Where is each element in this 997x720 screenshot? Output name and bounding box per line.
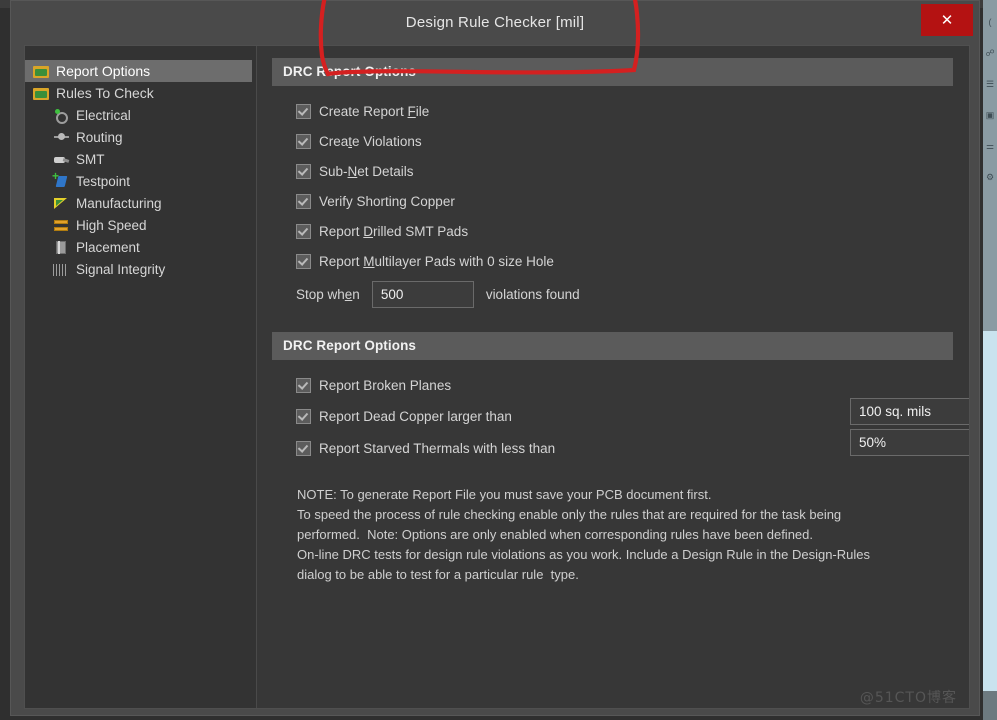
checkbox-report-multilayer-pads[interactable] (296, 253, 311, 269)
checkbox-report-dead-copper[interactable] (296, 408, 311, 424)
option-report-broken-planes[interactable]: Report Broken Planes (296, 370, 953, 400)
sidebar-item-label: Report Options (56, 63, 151, 79)
bg-icon-4: ⚌ (985, 141, 995, 151)
option-label: Create Report File (319, 103, 430, 119)
sidebar-item-label: High Speed (76, 217, 147, 233)
routing-icon (53, 130, 70, 145)
section-header-drc-report-options-1: DRC Report Options (272, 58, 953, 86)
sidebar-item-report-options[interactable]: Report Options (25, 60, 252, 82)
option-label: Report Starved Thermals with less than (319, 440, 556, 456)
starved-thermals-threshold-input[interactable] (850, 429, 969, 456)
note-line: performed. Note: Options are only enable… (297, 527, 813, 542)
bg-icon-1: ☍ (985, 48, 995, 58)
placement-icon (53, 240, 70, 255)
checkbox-report-drilled-smt-pads[interactable] (296, 223, 311, 239)
rules-tree-panel[interactable]: Report Options Rules To Check Electrical… (25, 46, 257, 708)
option-report-multilayer-pads[interactable]: Report Multilayer Pads with 0 size Hole (296, 246, 953, 276)
electrical-icon (53, 108, 70, 124)
checkbox-create-report-file[interactable] (296, 103, 311, 119)
note-line: On-line DRC tests for design rule violat… (297, 547, 870, 562)
sidebar-item-label: SMT (76, 151, 105, 167)
smt-icon (53, 152, 70, 167)
sidebar-item-electrical[interactable]: Electrical (25, 104, 256, 126)
sidebar-item-high-speed[interactable]: High Speed (25, 214, 256, 236)
bg-icon-0: ( (988, 17, 992, 27)
sidebar-item-manufacturing[interactable]: Manufacturing (25, 192, 256, 214)
stop-when-suffix: violations found (485, 286, 580, 302)
dead-copper-threshold-input[interactable] (850, 398, 969, 425)
option-label: Report Multilayer Pads with 0 size Hole (319, 253, 554, 269)
option-report-dead-copper[interactable]: Report Dead Copper larger than (296, 398, 969, 431)
sidebar-item-label: Manufacturing (76, 195, 162, 211)
sidebar-item-label: Rules To Check (56, 85, 154, 101)
sidebar-item-placement[interactable]: Placement (25, 236, 256, 258)
sidebar-item-testpoint[interactable]: Testpoint (25, 170, 256, 192)
option-verify-shorting-copper[interactable]: Verify Shorting Copper (296, 186, 953, 216)
checkbox-report-broken-planes[interactable] (296, 377, 311, 393)
option-sub-net-details[interactable]: Sub-Net Details (296, 156, 953, 186)
checkbox-create-violations[interactable] (296, 133, 311, 149)
option-label: Report Broken Planes (319, 377, 452, 393)
note-line: To speed the process of rule checking en… (297, 507, 842, 522)
note-text-block: NOTE: To generate Report File you must s… (297, 485, 937, 585)
signal-integrity-icon (53, 264, 70, 276)
option-label: Verify Shorting Copper (319, 193, 455, 209)
stop-when-input[interactable] (371, 280, 474, 308)
folder-icon (33, 64, 50, 79)
folder-icon (33, 86, 50, 101)
dialog-title: Design Rule Checker [mil] (405, 13, 585, 31)
high-speed-icon (53, 218, 70, 233)
bg-icon-2: ☰ (985, 79, 995, 89)
section-body-1: Create Report File Create Violations Sub… (272, 86, 953, 312)
dialog-body: Report Options Rules To Check Electrical… (24, 45, 970, 709)
option-label: Create Violations (319, 133, 422, 149)
option-report-starved-thermals[interactable]: Report Starved Thermals with less than a… (296, 429, 969, 463)
sidebar-item-label: Testpoint (76, 173, 131, 189)
checkbox-report-starved-thermals[interactable] (296, 440, 311, 456)
sidebar-item-signal-integrity[interactable]: Signal Integrity (25, 258, 256, 280)
stop-when-label: Stop when (296, 286, 360, 302)
note-line: dialog to be able to test for a particul… (297, 567, 579, 582)
option-label: Report Drilled SMT Pads (319, 223, 469, 239)
sidebar-item-routing[interactable]: Routing (25, 126, 256, 148)
section-body-2: Report Broken Planes Report Dead Copper … (272, 360, 969, 463)
option-report-drilled-smt-pads[interactable]: Report Drilled SMT Pads (296, 216, 953, 246)
option-create-violations[interactable]: Create Violations (296, 126, 953, 156)
testpoint-icon (52, 170, 70, 189)
background-right-icon-column: ( ☍ ☰ ▣ ⚌ ⚙ (983, 18, 997, 318)
sidebar-item-label: Routing (76, 129, 123, 145)
bg-icon-5: ⚙ (985, 172, 995, 182)
sidebar-item-label: Electrical (76, 107, 131, 123)
design-rule-checker-dialog: Design Rule Checker [mil] ✕ Report Optio… (10, 0, 980, 716)
sidebar-item-rules-to-check[interactable]: Rules To Check (25, 82, 256, 104)
sidebar-item-smt[interactable]: SMT (25, 148, 256, 170)
stop-when-row: Stop when violations found (296, 276, 953, 312)
close-button[interactable]: ✕ (921, 4, 973, 36)
checkbox-sub-net-details[interactable] (296, 163, 311, 179)
bg-icon-3: ▣ (985, 110, 995, 120)
option-create-report-file[interactable]: Create Report File (296, 96, 953, 126)
manufacturing-icon (53, 196, 70, 211)
option-label: Report Dead Copper larger than (319, 408, 512, 424)
checkbox-verify-shorting-copper[interactable] (296, 193, 311, 209)
section-header-drc-report-options-2: DRC Report Options (272, 332, 953, 360)
option-label: Sub-Net Details (319, 163, 414, 179)
note-line: NOTE: To generate Report File you must s… (297, 487, 712, 502)
dialog-title-bar: Design Rule Checker [mil] ✕ (11, 1, 979, 43)
sidebar-item-label: Signal Integrity (76, 261, 166, 277)
sidebar-item-label: Placement (76, 239, 140, 255)
watermark: @51CTO博客 (859, 690, 957, 706)
options-content-pane: DRC Report Options Create Report File Cr… (257, 46, 969, 708)
